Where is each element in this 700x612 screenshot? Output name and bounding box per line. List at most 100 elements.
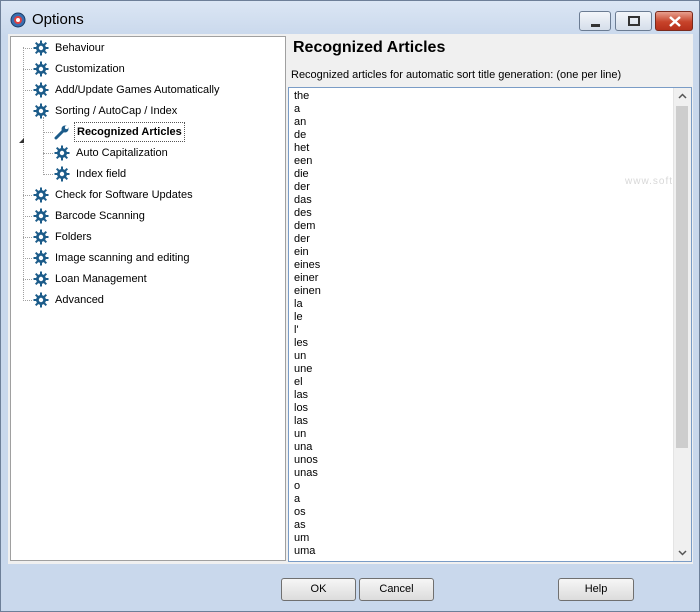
tree-item-label: Barcode Scanning xyxy=(55,210,145,222)
tree-item-label: Image scanning and editing xyxy=(55,252,190,264)
collapse-arrow-icon[interactable] xyxy=(19,138,24,143)
article-line: o xyxy=(294,480,301,492)
article-line: las xyxy=(294,389,309,401)
article-line: uma xyxy=(294,545,316,557)
window-title: Options xyxy=(32,11,84,28)
tree-connector xyxy=(23,195,32,196)
tree-item-label: Sorting / AutoCap / Index xyxy=(55,105,178,117)
article-line: einer xyxy=(294,272,319,284)
gear-icon xyxy=(33,208,49,224)
article-line: ein xyxy=(294,246,309,258)
dialog-body: Behaviour Customization Add/Update Games A… xyxy=(8,34,693,564)
tree-item-label: Index field xyxy=(76,168,127,180)
article-line: as xyxy=(294,519,306,531)
article-line: dem xyxy=(294,220,316,232)
article-line: a xyxy=(294,493,301,505)
article-line: um xyxy=(294,532,310,544)
panel-description: Recognized articles for automatic sort t… xyxy=(291,69,622,81)
options-window: Options Behaviour Customization Add/Update… xyxy=(0,0,700,612)
article-line: unos xyxy=(294,454,318,466)
tree-item-label: Folders xyxy=(55,231,92,243)
wrench-icon xyxy=(54,124,70,140)
app-icon xyxy=(10,12,26,28)
tree-connector xyxy=(23,47,24,299)
article-line: einen xyxy=(294,285,321,297)
article-line: een xyxy=(294,155,313,167)
article-line: eines xyxy=(294,259,321,271)
gear-icon xyxy=(33,103,49,119)
tree-connector xyxy=(43,153,53,154)
gear-icon xyxy=(33,271,49,287)
gear-icon xyxy=(33,82,49,98)
article-line: die xyxy=(294,168,309,180)
minimize-button[interactable] xyxy=(579,11,611,31)
close-icon xyxy=(669,16,681,27)
panel-title: Recognized Articles xyxy=(293,39,446,56)
options-tree[interactable]: Behaviour Customization Add/Update Games A… xyxy=(10,36,286,561)
tree-connector xyxy=(43,132,53,133)
gear-icon xyxy=(33,40,49,56)
tree-connector xyxy=(23,258,32,259)
article-line: une xyxy=(294,363,313,375)
help-button[interactable]: Help xyxy=(558,578,634,601)
article-line: les xyxy=(294,337,309,349)
tree-item-label: Behaviour xyxy=(55,42,105,54)
tree-connector xyxy=(23,237,32,238)
article-line: la xyxy=(294,298,303,310)
gear-icon xyxy=(33,229,49,245)
scroll-up-button[interactable] xyxy=(674,88,691,105)
tree-item-label: Loan Management xyxy=(55,273,147,285)
chevron-down-icon xyxy=(678,550,687,556)
article-line: a xyxy=(294,103,301,115)
tree-item-label: Check for Software Updates xyxy=(55,189,193,201)
gear-icon xyxy=(33,187,49,203)
tree-connector xyxy=(23,69,32,70)
maximize-icon xyxy=(628,16,640,26)
gear-icon xyxy=(54,166,70,182)
articles-list: the a an de het een die der das des dem der ein eines… xyxy=(294,90,321,558)
maximize-button[interactable] xyxy=(615,11,652,31)
article-line: os xyxy=(294,506,306,518)
tree-item-label: Customization xyxy=(55,63,125,75)
gear-icon xyxy=(33,292,49,308)
tree-connector xyxy=(23,90,32,91)
tree-connector xyxy=(23,300,32,301)
article-line: unas xyxy=(294,467,318,479)
tree-connector xyxy=(43,174,53,175)
tree-item-label: Recognized Articles xyxy=(74,122,185,142)
chevron-up-icon xyxy=(678,93,687,99)
close-button[interactable] xyxy=(655,11,693,31)
gear-icon xyxy=(33,250,49,266)
title-bar[interactable]: Options xyxy=(1,1,699,37)
article-line: le xyxy=(294,311,303,323)
scroll-down-button[interactable] xyxy=(674,544,691,561)
article-line: el xyxy=(294,376,303,388)
tree-connector xyxy=(43,117,44,173)
tree-connector xyxy=(23,216,32,217)
article-line: una xyxy=(294,441,313,453)
article-line: un xyxy=(294,350,307,362)
article-line: las xyxy=(294,415,309,427)
tree-connector xyxy=(23,48,32,49)
scrollbar-thumb[interactable] xyxy=(676,106,688,448)
article-line: the xyxy=(294,90,310,102)
article-line: an xyxy=(294,116,307,128)
article-line: der xyxy=(294,233,310,245)
articles-textarea[interactable]: the a an de het een die der das des dem der ein eines… xyxy=(288,87,692,562)
tree-connector xyxy=(23,279,32,280)
cancel-button[interactable]: Cancel xyxy=(359,578,434,601)
article-line: un xyxy=(294,428,307,440)
article-line: der xyxy=(294,181,310,193)
gear-icon xyxy=(54,145,70,161)
article-line: de xyxy=(294,129,307,141)
gear-icon xyxy=(33,61,49,77)
vertical-scrollbar[interactable] xyxy=(673,88,691,561)
article-line: het xyxy=(294,142,310,154)
article-line: los xyxy=(294,402,309,414)
ok-button[interactable]: OK xyxy=(281,578,356,601)
article-line: das xyxy=(294,194,312,206)
tree-item-label: Add/Update Games Automatically xyxy=(55,84,220,96)
minimize-icon xyxy=(591,24,600,27)
tree-item-label: Auto Capitalization xyxy=(76,147,168,159)
tree-item-label: Advanced xyxy=(55,294,104,306)
